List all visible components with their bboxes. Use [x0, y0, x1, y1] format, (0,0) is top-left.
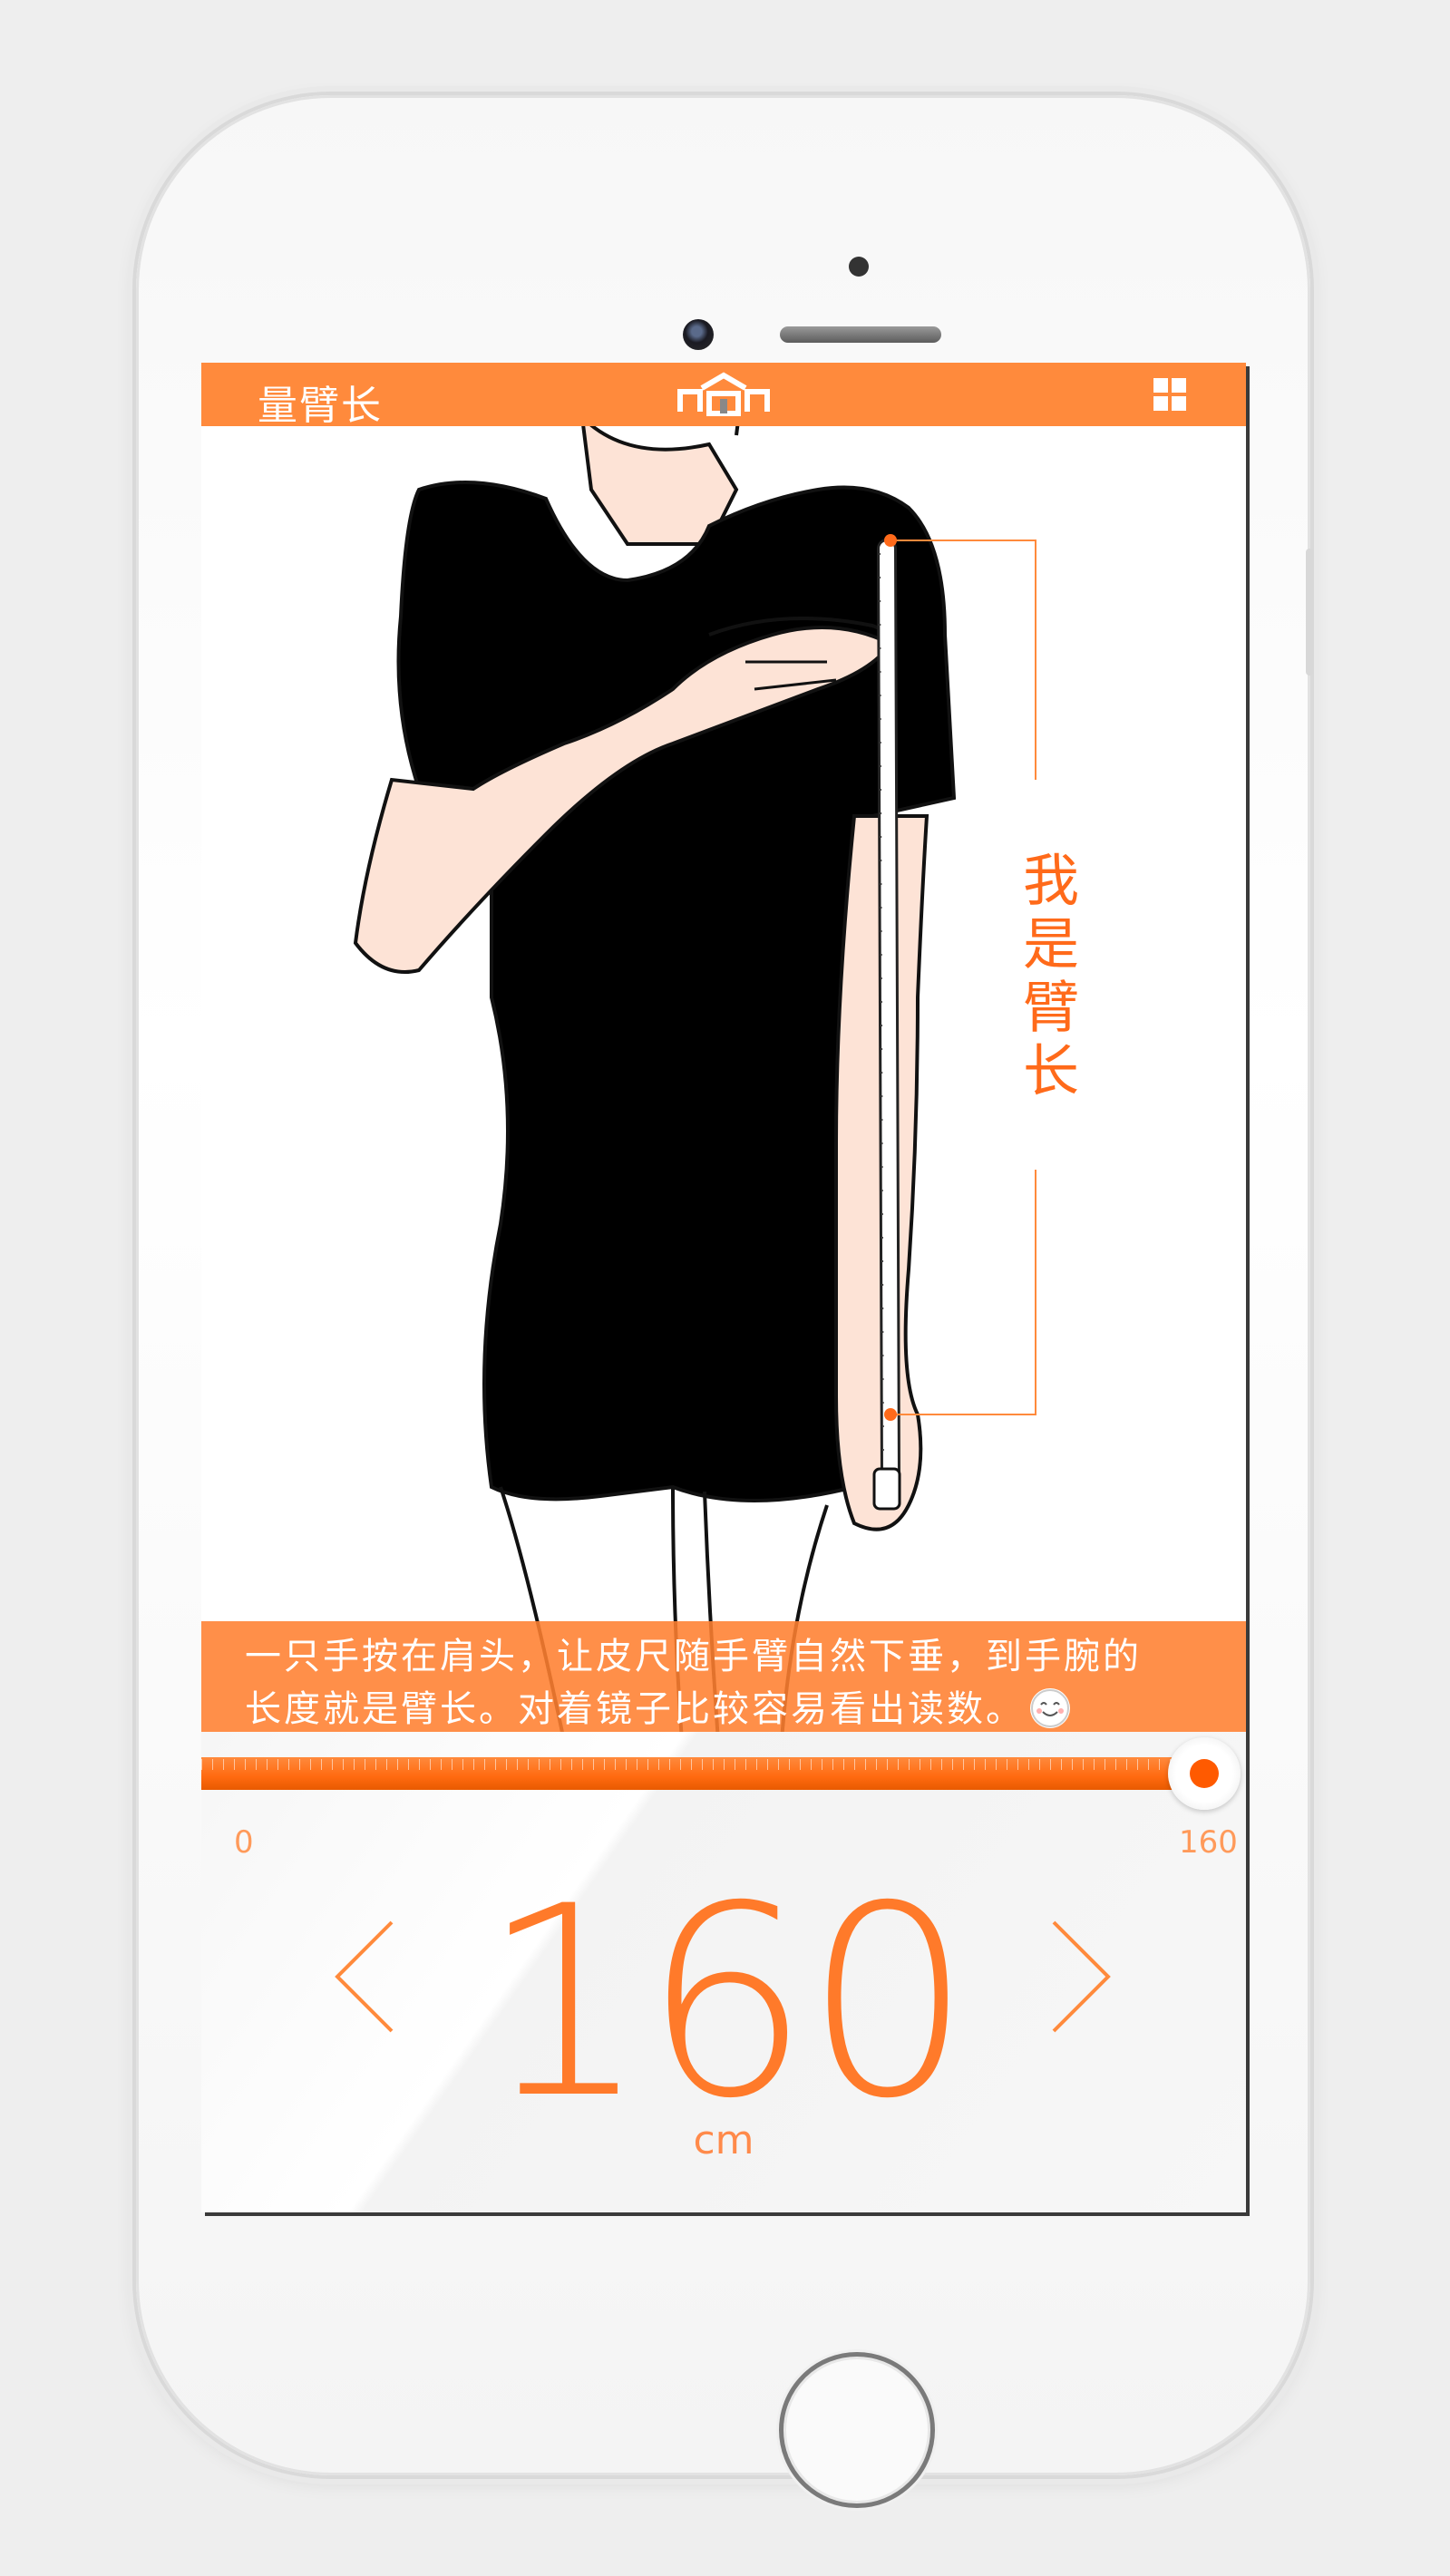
grid-menu-icon[interactable] — [1153, 378, 1186, 411]
proximity-sensor — [849, 257, 869, 277]
home-button[interactable] — [779, 2352, 935, 2508]
earpiece-speaker — [780, 326, 941, 343]
smiley-icon — [1030, 1688, 1070, 1728]
measurement-controls: 0 160 160 cm — [201, 1732, 1246, 2212]
app-header: 量臂长 — [201, 363, 1246, 429]
length-slider-knob[interactable] — [1168, 1737, 1241, 1810]
arm-length-label: 我是臂长 — [1013, 851, 1079, 1104]
instruction-caption: 一只手按在肩头，让皮尺随手臂自然下垂，到手腕的 长度就是臂长。对着镜子比较容易看… — [201, 1621, 1246, 1732]
shop-logo-icon — [677, 372, 770, 416]
caption-line-1: 一只手按在肩头，让皮尺随手臂自然下垂，到手腕的 — [245, 1636, 1142, 1677]
chevron-right-icon[interactable] — [1045, 1913, 1117, 2040]
side-button — [1306, 549, 1313, 676]
app-screen: 量臂长 我是臂长 一只手按在肩头，让皮尺随手臂自然下垂，到手腕的 长度就是臂长。… — [201, 363, 1246, 2212]
front-camera — [683, 319, 714, 350]
slider-max-label: 160 — [1179, 1824, 1238, 1861]
page-title: 量臂长 — [258, 383, 383, 429]
slider-min-label: 0 — [234, 1824, 254, 1861]
caption-line-2: 长度就是臂长。对着镜子比较容易看出读数。 — [245, 1683, 1210, 1735]
slider-knob-dot — [1190, 1759, 1219, 1788]
measurement-unit: cm — [693, 2117, 754, 2163]
arm-length-illustration — [201, 363, 1246, 1742]
caption-line-2-text: 长度就是臂长。对着镜子比较容易看出读数。 — [245, 1688, 1025, 1730]
slider-ticks — [201, 1759, 1181, 1770]
